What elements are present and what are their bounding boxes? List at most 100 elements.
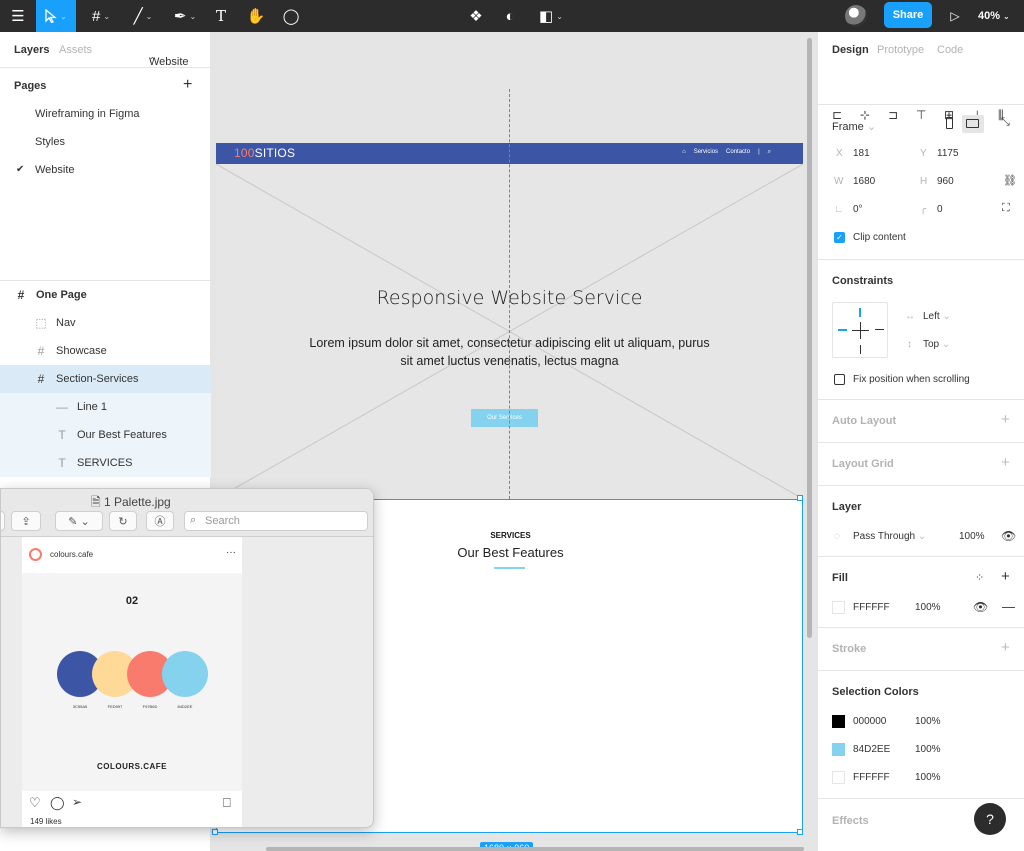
tab-code[interactable]: Code [937, 44, 963, 56]
hand-tool-button[interactable]: ✋ [244, 0, 268, 32]
text-tool-button[interactable]: T [210, 0, 232, 32]
horizontal-scrollbar[interactable] [266, 847, 804, 851]
style-grid-icon[interactable]: ⁘ [975, 571, 984, 584]
layer-section-services[interactable]: # Section-Services [0, 365, 211, 393]
remove-fill-icon[interactable]: — [1002, 599, 1015, 614]
heart-icon[interactable]: ♡ [29, 795, 41, 811]
nav-link-servicios[interactable]: Servicios [694, 149, 718, 156]
add-auto-layout-icon[interactable]: + [1001, 411, 1010, 428]
resize-handle-top-right[interactable] [797, 495, 803, 501]
fix-position-checkbox[interactable] [834, 374, 845, 385]
resize-handle-bottom-right[interactable] [797, 829, 803, 835]
markup-circle-icon[interactable]: Ⓐ [146, 511, 174, 531]
line-tool-button[interactable]: ╱ ⌄ [126, 0, 160, 32]
avatar[interactable] [845, 5, 867, 27]
rotation-field[interactable]: 0° [853, 204, 863, 215]
our-services-button[interactable]: Our Services [471, 409, 538, 427]
constraint-center[interactable] [851, 321, 870, 340]
share-icon[interactable]: ⇪ [11, 511, 41, 531]
rotate-icon[interactable]: ↻ [109, 511, 137, 531]
layer-one-page[interactable]: # One Page [0, 281, 211, 309]
sidebar-toggle-button[interactable] [1, 511, 5, 531]
horizontal-constraint-dropdown[interactable]: Left ⌄ [923, 311, 951, 322]
bookmark-icon[interactable]: ⎕ [223, 795, 231, 811]
selection-color-swatch-2[interactable] [832, 743, 845, 756]
resize-handle-bottom-left[interactable] [212, 829, 218, 835]
selection-color-swatch-3[interactable] [832, 771, 845, 784]
page-item-wireframing[interactable]: Wireframing in Figma [35, 108, 140, 120]
resize-to-fit-icon[interactable]: ⤡ [1001, 116, 1010, 129]
add-layout-grid-icon[interactable]: + [1001, 454, 1010, 471]
page-item-website[interactable]: Website [35, 164, 75, 176]
height-field[interactable]: 960 [937, 176, 954, 187]
selection-color-opacity-2[interactable]: 100% [915, 744, 941, 755]
preview-search-input[interactable]: ⌕ Search [184, 511, 368, 531]
comment-tool-button[interactable]: ◯ [278, 0, 304, 32]
preview-window[interactable]: 🗎 1 Palette.jpg ⇪ ✎ ⌄ ↻ Ⓐ ⌕ Search colour… [0, 488, 374, 828]
selection-color-hex-1[interactable]: 000000 [853, 716, 886, 727]
constraint-bottom-bar[interactable] [860, 345, 861, 354]
layer-opacity-field[interactable]: 100% [959, 531, 985, 542]
boolean-button[interactable]: ◧ ⌄ [534, 0, 568, 32]
constraint-top-bar[interactable] [859, 308, 861, 317]
tab-layers[interactable]: Layers [14, 44, 49, 56]
vertical-constraint-dropdown[interactable]: Top ⌄ [923, 339, 950, 350]
corner-radius-icon: ╭ [920, 204, 927, 215]
component-button[interactable]: ❖ [464, 0, 488, 32]
layer-services[interactable]: T SERVICES [0, 449, 211, 477]
preview-titlebar[interactable]: 🗎 1 Palette.jpg ⇪ ✎ ⌄ ↻ Ⓐ ⌕ Search [1, 489, 373, 537]
independent-corners-icon[interactable]: ⛶ [1002, 202, 1010, 215]
mask-button[interactable]: ◐ [498, 0, 522, 32]
vertical-scrollbar[interactable] [807, 38, 812, 638]
x-field[interactable]: 181 [853, 148, 870, 159]
tab-assets[interactable]: Assets [59, 44, 92, 56]
landscape-button[interactable] [962, 115, 984, 133]
more-icon[interactable]: ··· [226, 547, 236, 558]
search-icon[interactable]: ⌕ [768, 149, 771, 156]
add-page-icon[interactable]: + [183, 76, 192, 94]
width-field[interactable]: 1680 [853, 176, 875, 187]
nav-link-contacto[interactable]: Contacto [726, 149, 750, 156]
zoom-value: 40% [978, 10, 1001, 22]
pen-tool-button[interactable]: ✒ ⌄ [168, 0, 202, 32]
constraint-left-bar[interactable] [838, 329, 847, 331]
move-tool-button[interactable]: ⌄ [36, 0, 76, 32]
share-button[interactable]: Share [884, 2, 932, 28]
tab-prototype[interactable]: Prototype [877, 44, 924, 56]
send-icon[interactable]: ➢ [72, 795, 82, 809]
markup-button[interactable]: ✎ ⌄ [55, 511, 103, 531]
layer-nav[interactable]: ⬚ Nav [0, 309, 211, 337]
eye-icon[interactable]: 👁 [1001, 529, 1016, 543]
layer-our-best-features[interactable]: T Our Best Features [0, 421, 211, 449]
fill-hex-field[interactable]: FFFFFF [853, 602, 890, 613]
tab-design[interactable]: Design [832, 44, 869, 56]
present-button[interactable]: ▷ [944, 0, 966, 32]
selection-color-swatch-1[interactable] [832, 715, 845, 728]
zoom-control[interactable]: 40% ⌄ [978, 0, 1010, 32]
frame-tool-button[interactable]: # ⌄ [84, 0, 118, 32]
corner-radius-field[interactable]: 0 [937, 204, 943, 215]
portrait-icon[interactable] [946, 117, 953, 129]
page-item-styles[interactable]: Styles [35, 136, 65, 148]
clip-content-checkbox[interactable]: ✓ [834, 232, 845, 243]
blend-mode-dropdown[interactable]: Pass Through ⌄ [853, 531, 926, 542]
eye-icon[interactable]: 👁 [973, 600, 988, 614]
selection-color-hex-3[interactable]: FFFFFF [853, 772, 890, 783]
help-button[interactable]: ? [974, 803, 1006, 835]
layer-line-1[interactable]: — Line 1 [0, 393, 211, 421]
constraint-right-bar[interactable] [875, 329, 884, 330]
add-stroke-icon[interactable]: + [1001, 639, 1010, 656]
fill-opacity-field[interactable]: 100% [915, 602, 941, 613]
fill-swatch[interactable] [832, 601, 845, 614]
y-field[interactable]: 1175 [937, 148, 959, 159]
constrain-proportions-icon[interactable]: ⛓ [1003, 174, 1017, 187]
frame-type-dropdown[interactable]: Frame ⌄ [832, 120, 876, 133]
layer-showcase[interactable]: # Showcase [0, 337, 211, 365]
comment-icon[interactable]: ◯ [50, 795, 65, 811]
selection-color-opacity-1[interactable]: 100% [915, 716, 941, 727]
menu-icon[interactable]: ☰ [0, 0, 36, 32]
selection-color-hex-2[interactable]: 84D2EE [853, 744, 890, 755]
selection-color-opacity-3[interactable]: 100% [915, 772, 941, 783]
constraint-widget[interactable] [832, 302, 888, 358]
add-fill-icon[interactable]: + [1001, 568, 1010, 585]
